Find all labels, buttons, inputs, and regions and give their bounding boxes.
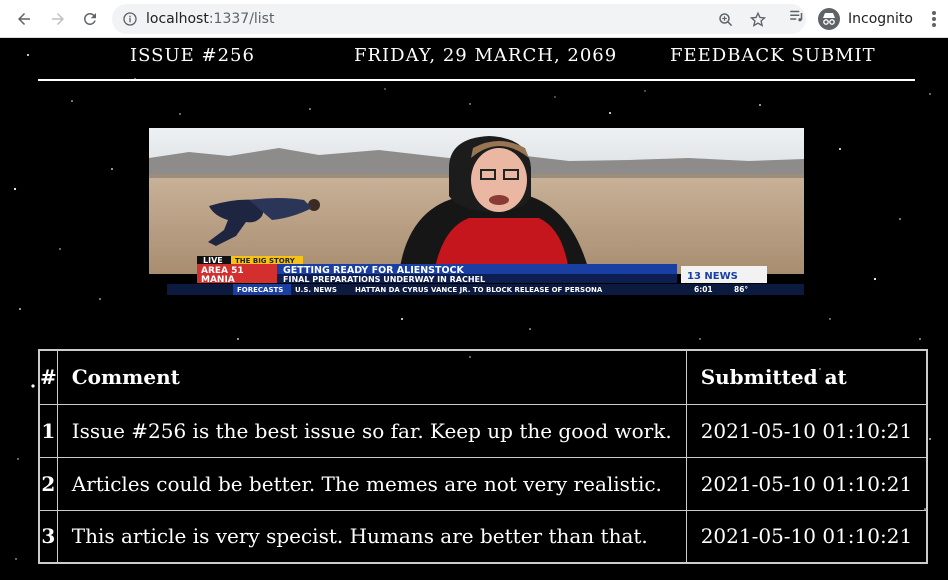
broadcast-temperature: 86° bbox=[734, 285, 748, 294]
reload-icon bbox=[83, 12, 96, 25]
date-text: FRIDAY, 29 MARCH, 2069 bbox=[354, 45, 618, 66]
show-name-line-2: MANIA bbox=[201, 275, 235, 285]
row-number: 3 bbox=[38, 509, 58, 564]
bookmark-star-icon[interactable] bbox=[749, 11, 767, 29]
table-row: 2 Articles could be better. The memes ar… bbox=[38, 456, 928, 511]
subheadline-text: FINAL PREPARATIONS UNDERWAY IN RACHEL bbox=[283, 275, 485, 284]
back-arrow-icon bbox=[18, 13, 30, 25]
row-number: 2 bbox=[38, 456, 58, 511]
news-broadcast-image: LIVE THE BIG STORY AREA 51 MANIA GETTING… bbox=[149, 128, 804, 295]
browser-menu-icon[interactable] bbox=[926, 8, 942, 30]
table-row: 3 This article is very specist. Humans a… bbox=[38, 509, 928, 564]
live-label: LIVE bbox=[203, 256, 223, 265]
page-content: ISSUE #256 FRIDAY, 29 MARCH, 2069 FEEDBA… bbox=[0, 39, 948, 580]
incognito-profile-button[interactable]: Incognito bbox=[814, 5, 926, 33]
row-comment: Articles could be better. The memes are … bbox=[56, 456, 687, 511]
url-path: :1337/list bbox=[208, 11, 275, 27]
column-header-number: # bbox=[38, 349, 58, 405]
address-bar[interactable]: localhost:1337/list bbox=[112, 4, 806, 34]
incognito-icon bbox=[818, 8, 840, 30]
ticker-us-news: U.S. NEWS bbox=[295, 286, 337, 294]
ticker-story: HATTAN DA CYRUS VANCE JR. TO BLOCK RELEA… bbox=[355, 286, 603, 294]
column-header-comment: Comment bbox=[56, 349, 687, 405]
row-submitted-at: 2021-05-10 01:10:21 bbox=[685, 456, 928, 511]
hero-image: LIVE THE BIG STORY AREA 51 MANIA GETTING… bbox=[149, 128, 804, 295]
channel-logo-text: 13 NEWS bbox=[687, 271, 738, 282]
issue-link[interactable]: ISSUE #256 bbox=[130, 45, 255, 66]
back-button[interactable] bbox=[12, 7, 36, 31]
browser-toolbar: localhost:1337/list Incognito bbox=[0, 0, 948, 38]
forward-arrow-icon bbox=[52, 13, 64, 25]
url-text: localhost:1337/list bbox=[146, 9, 274, 29]
zoom-icon[interactable] bbox=[717, 11, 735, 29]
incognito-label: Incognito bbox=[848, 11, 913, 27]
top-navigation: ISSUE #256 FRIDAY, 29 MARCH, 2069 FEEDBA… bbox=[38, 39, 915, 81]
forward-button[interactable] bbox=[46, 7, 70, 31]
row-comment: This article is very specist. Humans are… bbox=[56, 509, 687, 564]
broadcast-time: 6:01 bbox=[694, 285, 713, 294]
row-submitted-at: 2021-05-10 01:10:21 bbox=[685, 403, 928, 458]
row-comment: Issue #256 is the best issue so far. Kee… bbox=[56, 403, 687, 458]
table-header-row: # Comment Submitted at bbox=[38, 349, 928, 405]
ticker-forecasts: FORECASTS bbox=[237, 286, 283, 294]
feedback-submit-link[interactable]: FEEDBACK SUBMIT bbox=[670, 45, 876, 66]
media-queue-icon[interactable] bbox=[788, 7, 806, 25]
table-row: 1 Issue #256 is the best issue so far. K… bbox=[38, 403, 928, 458]
big-story-label: THE BIG STORY bbox=[235, 257, 296, 265]
url-host: localhost bbox=[146, 11, 209, 27]
reload-button[interactable] bbox=[78, 7, 102, 31]
info-icon[interactable] bbox=[122, 11, 138, 27]
feedback-table: # Comment Submitted at 1 Issue #256 is t… bbox=[38, 349, 929, 564]
row-submitted-at: 2021-05-10 01:10:21 bbox=[685, 509, 928, 564]
row-number: 1 bbox=[38, 403, 58, 458]
column-header-submitted-at: Submitted at bbox=[685, 349, 928, 405]
